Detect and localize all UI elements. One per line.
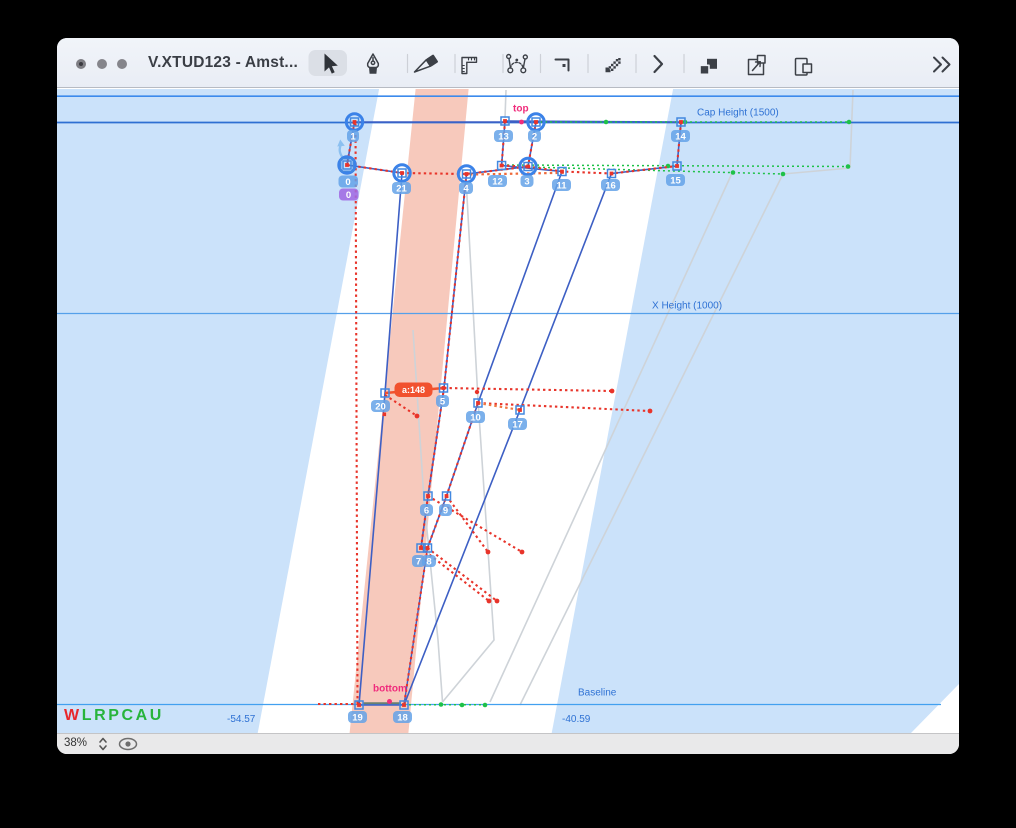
svg-text:17: 17 [512, 420, 523, 431]
svg-text:WLRPCAU: WLRPCAU [64, 707, 164, 724]
svg-text:21: 21 [396, 184, 407, 195]
svg-text:bottom: bottom [373, 684, 407, 695]
svg-text:15: 15 [670, 176, 681, 187]
svg-text:1: 1 [350, 132, 356, 143]
svg-text:12: 12 [492, 177, 503, 188]
svg-text:10: 10 [470, 413, 481, 424]
svg-text:0: 0 [345, 177, 350, 188]
svg-text:7: 7 [416, 557, 421, 568]
svg-text:19: 19 [352, 713, 363, 724]
svg-text:9: 9 [443, 506, 448, 517]
svg-text:14: 14 [675, 132, 686, 143]
svg-text:11: 11 [556, 181, 567, 192]
svg-text:a:148: a:148 [402, 385, 425, 395]
svg-text:4: 4 [463, 184, 469, 195]
svg-text:Cap Height (1500): Cap Height (1500) [697, 108, 779, 119]
svg-text:13: 13 [498, 132, 509, 143]
svg-text:5: 5 [440, 397, 446, 408]
svg-text:2: 2 [532, 132, 537, 143]
svg-text:Baseline: Baseline [578, 688, 617, 699]
svg-text:16: 16 [605, 181, 616, 192]
svg-text:3: 3 [524, 177, 529, 188]
svg-text:-54.57: -54.57 [227, 714, 256, 725]
svg-text:6: 6 [424, 506, 429, 517]
svg-text:-40.59: -40.59 [562, 714, 591, 725]
svg-text:8: 8 [426, 557, 431, 568]
svg-text:top: top [513, 104, 529, 115]
svg-text:20: 20 [375, 402, 386, 413]
svg-text:X Height (1000): X Height (1000) [652, 301, 722, 312]
svg-text:18: 18 [397, 713, 408, 724]
svg-text:0: 0 [346, 190, 351, 201]
